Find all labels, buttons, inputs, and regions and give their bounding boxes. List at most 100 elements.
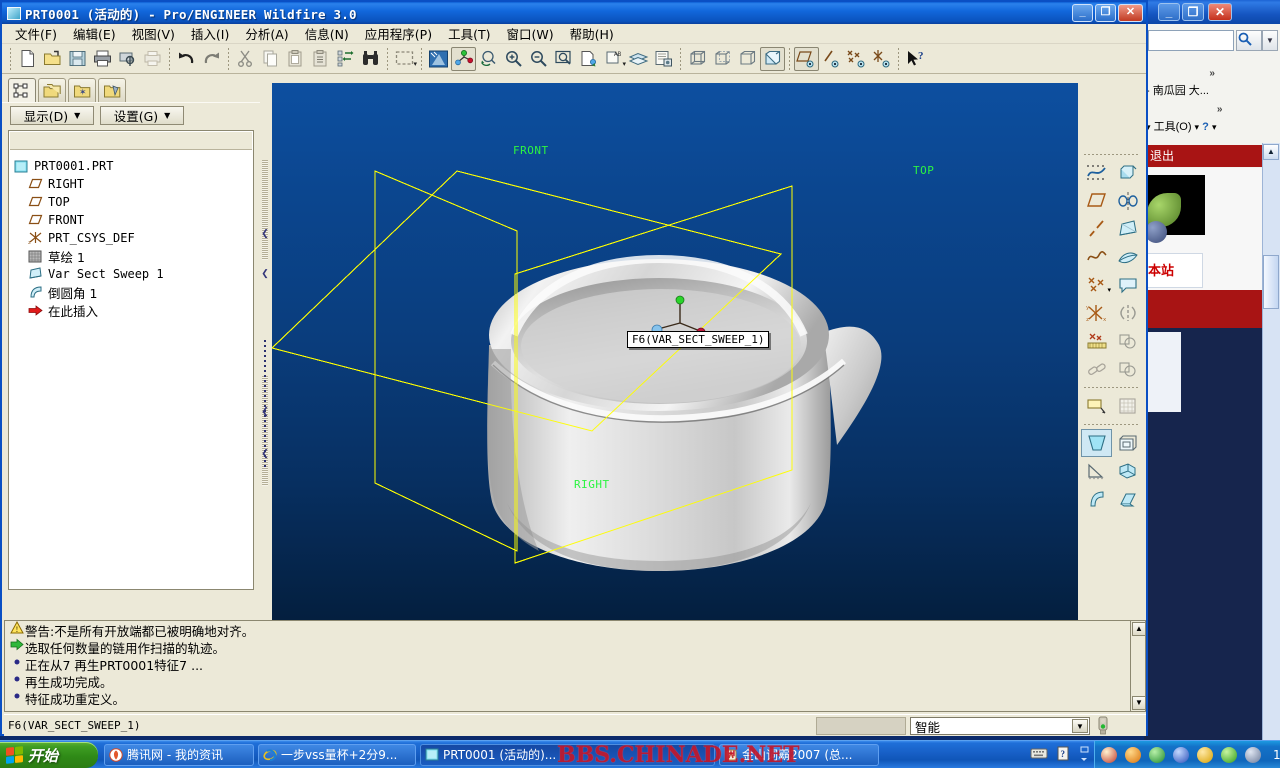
bg-close-button[interactable]: ✕ bbox=[1208, 3, 1232, 21]
layers-button[interactable] bbox=[626, 47, 651, 71]
shading-button[interactable] bbox=[760, 46, 785, 71]
tree-item-right[interactable]: RIGHT bbox=[13, 175, 253, 193]
taskbar-item-kingsoft[interactable]: 金山词霸2007 (总... bbox=[719, 743, 879, 766]
datum-axis-display-button[interactable] bbox=[819, 47, 844, 71]
mirror-button[interactable] bbox=[1112, 299, 1143, 327]
tree-item-part[interactable]: PRT0001.PRT bbox=[13, 157, 253, 175]
chevron-down-icon[interactable]: ▾ bbox=[413, 60, 417, 68]
chain-button[interactable] bbox=[1081, 355, 1112, 383]
save-button[interactable] bbox=[65, 47, 90, 71]
sheetmetal-button[interactable] bbox=[1081, 392, 1112, 420]
title-bar[interactable]: PRT0001 (活动的) - Pro/ENGINEER Wildfire 3.… bbox=[2, 2, 1146, 24]
bg-tools-caret-icon[interactable]: ▾ bbox=[1195, 122, 1200, 132]
round-button[interactable] bbox=[1081, 485, 1112, 513]
datum-point-button[interactable]: ▾ bbox=[1081, 271, 1112, 299]
layer-new-button[interactable] bbox=[576, 47, 601, 71]
datum-plane-display-button[interactable] bbox=[794, 46, 819, 71]
selection-filter-button[interactable]: ▾ bbox=[392, 47, 417, 71]
find-button[interactable] bbox=[358, 47, 383, 71]
bg-restore-button[interactable]: ❐ bbox=[1182, 3, 1204, 21]
bg-chevron-icon-2[interactable]: » bbox=[1217, 104, 1223, 115]
model-tree-column-header[interactable] bbox=[10, 132, 252, 150]
tree-item-csys[interactable]: z PRT_CSYS_DEF bbox=[13, 229, 253, 247]
menu-tools[interactable]: 工具(T) bbox=[441, 22, 499, 45]
bg-scrollbar-thumb[interactable] bbox=[1263, 255, 1279, 309]
tree-item-insert-here[interactable]: 在此插入 bbox=[13, 301, 253, 319]
menu-insert[interactable]: 插入(I) bbox=[184, 22, 238, 45]
message-log[interactable]: ! 警告:不是所有开放端都已被明确地对齐。 选取任何数量的链用作扫描的轨迹。 正… bbox=[4, 620, 1130, 712]
network-icon[interactable] bbox=[1173, 747, 1189, 763]
bg-site-card[interactable]: 本站 bbox=[1145, 253, 1203, 288]
menu-analysis[interactable]: 分析(A) bbox=[238, 22, 297, 45]
tree-item-round[interactable]: 倒圆角 1 bbox=[13, 283, 253, 301]
view-manager-button[interactable] bbox=[651, 47, 676, 71]
update-icon[interactable] bbox=[1221, 747, 1237, 763]
message-scroll-down-button[interactable]: ▼ bbox=[1132, 696, 1146, 710]
datum-label-front[interactable]: FRONT bbox=[513, 144, 549, 157]
paste-button[interactable] bbox=[283, 47, 308, 71]
datum-plane-button[interactable] bbox=[1081, 187, 1112, 215]
spin-center-button[interactable] bbox=[476, 47, 501, 71]
security-icon[interactable] bbox=[1197, 747, 1213, 763]
graphics-viewport[interactable]: FRONT TOP RIGHT F6(VAR_SECT_SWEEP_1) bbox=[272, 83, 1078, 691]
hidden-line-button[interactable] bbox=[710, 47, 735, 71]
pattern-circle2-button[interactable] bbox=[1112, 355, 1143, 383]
datum-axis-button[interactable] bbox=[1081, 215, 1112, 243]
zoom-out-button[interactable] bbox=[526, 47, 551, 71]
menu-info[interactable]: 信息(N) bbox=[298, 22, 358, 45]
named-view-button[interactable]: AB ▾ bbox=[601, 47, 626, 71]
clock-tray-icon[interactable] bbox=[1245, 747, 1261, 763]
rib-button[interactable] bbox=[1081, 457, 1112, 485]
no-hidden-button[interactable] bbox=[735, 47, 760, 71]
chevron-down-icon[interactable]: ▼ bbox=[1072, 719, 1088, 733]
close-button[interactable]: ✕ bbox=[1118, 4, 1143, 22]
bg-chevron-icon-1[interactable]: » bbox=[1209, 68, 1215, 79]
reference-button[interactable] bbox=[1081, 327, 1112, 355]
draft-button[interactable] bbox=[1081, 429, 1112, 457]
tab-connections[interactable] bbox=[98, 78, 126, 102]
open-file-button[interactable] bbox=[40, 47, 65, 71]
taskbar-clock[interactable]: 10:22 bbox=[1273, 748, 1280, 762]
menu-view[interactable]: 视图(V) bbox=[125, 22, 184, 45]
tree-item-sketch[interactable]: 草绘 1 bbox=[13, 247, 253, 265]
selection-filter-combo[interactable]: 智能 ▼ bbox=[910, 717, 1090, 735]
menu-applications[interactable]: 应用程序(P) bbox=[358, 22, 441, 45]
shell-button[interactable] bbox=[1112, 429, 1143, 457]
bg-minimize-button[interactable]: _ bbox=[1158, 3, 1180, 21]
feature-tooltip-tag[interactable]: F6(VAR_SECT_SWEEP_1) bbox=[627, 331, 770, 348]
splitter-grip-top[interactable] bbox=[262, 160, 268, 260]
model-tree-panel[interactable]: PRT0001.PRT RIGHT TOP FRONT z PRT_CSYS_D… bbox=[8, 130, 254, 590]
bg-scroll-up-button[interactable]: ▲ bbox=[1263, 144, 1279, 160]
datum-point-display-button[interactable] bbox=[844, 47, 869, 71]
print-preview-button[interactable] bbox=[115, 47, 140, 71]
chevron-down-icon[interactable]: ▾ bbox=[1107, 286, 1111, 294]
shield-icon[interactable] bbox=[1149, 747, 1165, 763]
taskbar-item-qq-news[interactable]: 腾讯网 - 我的资讯 bbox=[104, 743, 254, 766]
datum-label-right[interactable]: RIGHT bbox=[574, 478, 610, 491]
help-tray-icon[interactable]: ? bbox=[1056, 746, 1070, 764]
refit-button[interactable] bbox=[551, 47, 576, 71]
tab-favorites[interactable]: ✶ bbox=[68, 78, 96, 102]
redo-button[interactable] bbox=[199, 47, 224, 71]
note-button[interactable] bbox=[1112, 271, 1143, 299]
pattern-circle-button[interactable] bbox=[1112, 327, 1143, 355]
paste-special-button[interactable] bbox=[308, 47, 333, 71]
menu-file[interactable]: 文件(F) bbox=[8, 22, 66, 45]
wireframe-button[interactable] bbox=[685, 47, 710, 71]
keyboard-icon[interactable] bbox=[1030, 747, 1048, 763]
bg-search-input[interactable] bbox=[1148, 30, 1234, 51]
blend-surface-button[interactable] bbox=[1112, 243, 1143, 271]
taskbar-item-proe[interactable]: PRT0001 (活动的)... bbox=[420, 743, 715, 766]
new-file-button[interactable] bbox=[15, 47, 40, 71]
datum-csys-display-button[interactable] bbox=[869, 47, 894, 71]
bg-favorites-row[interactable]: - 南瓜园 大... » bbox=[1146, 68, 1215, 98]
bg-search-dropdown[interactable]: ▼ bbox=[1262, 30, 1278, 51]
csys-button[interactable]: y z x bbox=[1081, 299, 1112, 327]
message-scrollbar[interactable]: ▲ ▼ bbox=[1130, 620, 1146, 712]
zoom-in-button[interactable] bbox=[501, 47, 526, 71]
kingsoft-tray-icon[interactable] bbox=[1101, 747, 1117, 763]
print-button[interactable] bbox=[90, 47, 115, 71]
menu-edit[interactable]: 编辑(E) bbox=[66, 22, 125, 45]
datum-label-top[interactable]: TOP bbox=[913, 164, 934, 177]
message-scroll-up-button[interactable]: ▲ bbox=[1132, 622, 1146, 636]
